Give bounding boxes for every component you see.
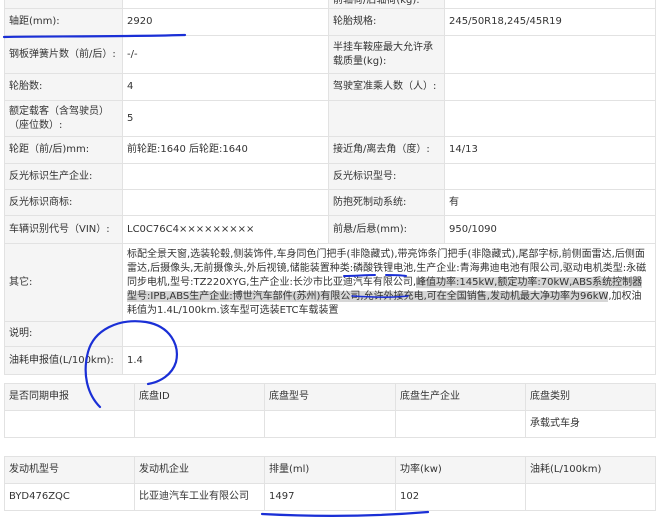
engine-header: 油耗(L/100km) [525,456,656,484]
chassis-header: 是否同期申报 [4,383,135,411]
spec-value [444,0,656,9]
overhang-label: 前悬/后悬(mm): [328,215,445,244]
reflector-maker-value [122,163,329,190]
empty-label [328,100,445,137]
reflector-brand-label: 反光标识商标: [4,189,123,216]
chassis-cell: 承载式车身 [525,410,656,438]
track-width-value: 前轮距:1640 后轮距:1640 [122,136,329,164]
passenger-capacity-label: 额定载客（含驾驶员）（座位数）: [4,100,123,137]
wheelbase-value: 2920 [122,8,329,36]
remark-value [122,321,656,347]
abs-value: 有 [444,189,656,216]
chassis-cell [134,410,265,438]
spec-label: 前轴荷/后轴荷(kg): [328,0,445,9]
spec-row: 车辆识别代号（VIN）: LC0C76C4××××××××× 前悬/后悬(mm)… [4,215,656,244]
reflector-model-value [444,163,656,190]
spec-row: 轮距（前/后)mm: 前轮距:1640 后轮距:1640 接近角/离去角（度）:… [4,136,656,164]
spring-leaf-value: -/- [122,35,329,74]
engine-header-row: 发动机型号 发动机企业 排量(ml) 功率(kw) 油耗(L/100km) [4,456,656,484]
chassis-header: 底盘型号 [264,383,396,411]
cab-seats-label: 驾驶室准乘人数（人）: [328,73,445,101]
spec-row: 钢板弹簧片数（前/后）: -/- 半挂车鞍座最大允许承载质量(kg): [4,35,656,74]
fuel-label: 油耗申报值(L/100km): [4,346,123,375]
spec-label [4,0,123,9]
chassis-table: 是否同期申报 底盘ID 底盘型号 底盘生产企业 底盘类别 承载式车身 [4,383,656,438]
other-label: 其它: [4,243,123,322]
engine-header: 功率(kw) [395,456,526,484]
empty-value [444,100,656,137]
chassis-header: 底盘类别 [525,383,656,411]
chassis-cell [395,410,526,438]
engine-table: 发动机型号 发动机企业 排量(ml) 功率(kw) 油耗(L/100km) BY… [4,456,656,511]
engine-cell: 1497 [264,483,396,511]
chassis-header-row: 是否同期申报 底盘ID 底盘型号 底盘生产企业 底盘类别 [4,383,656,411]
tire-count-label: 轮胎数: [4,73,123,101]
chassis-cell [264,410,396,438]
chassis-cell [4,410,135,438]
approach-angle-label: 接近角/离去角（度）: [328,136,445,164]
spec-row: 前轴荷/后轴荷(kg): [4,0,656,9]
track-width-label: 轮距（前/后)mm: [4,136,123,164]
saddle-load-label: 半挂车鞍座最大允许承载质量(kg): [328,35,445,74]
chassis-row: 承载式车身 [4,410,656,438]
tire-count-value: 4 [122,73,329,101]
spec-value [122,0,329,9]
overhang-value: 950/1090 [444,215,656,244]
spec-row: 反光标识生产企业: 反光标识型号: [4,163,656,190]
engine-header: 发动机企业 [134,456,265,484]
tire-spec-label: 轮胎规格: [328,8,445,36]
engine-cell: 比亚迪汽车工业有限公司 [134,483,265,511]
saddle-load-value [444,35,656,74]
engine-cell: BYD476ZQC [4,483,135,511]
vehicle-spec-table: 前轴荷/后轴荷(kg): 轴距(mm): 2920 轮胎规格: 245/50R1… [4,0,656,375]
spec-row: 轮胎数: 4 驾驶室准乘人数（人）: [4,73,656,101]
chassis-header: 底盘ID [134,383,265,411]
tire-spec-value: 245/50R18,245/45R19 [444,8,656,36]
spec-row: 反光标识商标: 防抱死制动系统: 有 [4,189,656,216]
abs-label: 防抱死制动系统: [328,189,445,216]
other-value: 标配全景天窗,选装轮毂,侧装饰件,车身同色门把手(非隐藏式),带亮饰条门把手(非… [122,243,656,322]
engine-cell: 102 [395,483,526,511]
reflector-brand-value [122,189,329,216]
reflector-maker-label: 反光标识生产企业: [4,163,123,190]
spec-row: 额定载客（含驾驶员）（座位数）: 5 [4,100,656,137]
engine-cell [525,483,656,511]
passenger-capacity-value: 5 [122,100,329,137]
reflector-model-label: 反光标识型号: [328,163,445,190]
spec-row: 说明: [4,321,656,347]
spec-row: 油耗申报值(L/100km): 1.4 [4,346,656,375]
vin-label: 车辆识别代号（VIN）: [4,215,123,244]
spec-row: 轴距(mm): 2920 轮胎规格: 245/50R18,245/45R19 [4,8,656,36]
wheelbase-label: 轴距(mm): [4,8,123,36]
spring-leaf-label: 钢板弹簧片数（前/后）: [4,35,123,74]
engine-header: 发动机型号 [4,456,135,484]
chassis-header: 底盘生产企业 [395,383,526,411]
ink-underline-displacement [260,510,430,517]
approach-angle-value: 14/13 [444,136,656,164]
engine-row: BYD476ZQC 比亚迪汽车工业有限公司 1497 102 [4,483,656,511]
engine-header: 排量(ml) [264,456,396,484]
vin-value: LC0C76C4××××××××× [122,215,329,244]
remark-label: 说明: [4,321,123,347]
spec-row-other: 其它: 标配全景天窗,选装轮毂,侧装饰件,车身同色门把手(非隐藏式),带亮饰条门… [4,243,656,322]
cab-seats-value [444,73,656,101]
fuel-value: 1.4 [122,346,656,375]
